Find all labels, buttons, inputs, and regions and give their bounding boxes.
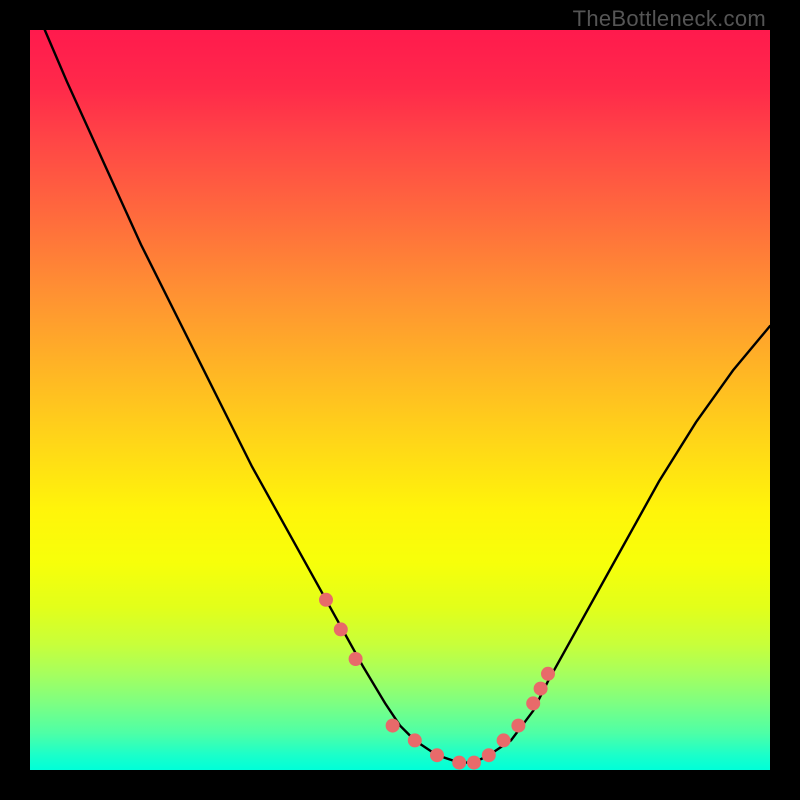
highlight-dot: [319, 593, 333, 607]
highlight-dot: [452, 756, 466, 770]
highlight-dot: [430, 748, 444, 762]
chart-frame: TheBottleneck.com: [0, 0, 800, 800]
highlight-dot: [408, 733, 422, 747]
highlight-dot: [467, 756, 481, 770]
highlight-dots-group: [319, 593, 555, 770]
highlight-dot: [511, 719, 525, 733]
highlight-dot: [526, 696, 540, 710]
chart-svg: [30, 30, 770, 770]
watermark-text: TheBottleneck.com: [573, 6, 766, 32]
highlight-dot: [534, 682, 548, 696]
highlight-dot: [349, 652, 363, 666]
highlight-dot: [541, 667, 555, 681]
highlight-dot: [497, 733, 511, 747]
bottleneck-curve: [45, 30, 770, 763]
highlight-dot: [482, 748, 496, 762]
highlight-dot: [386, 719, 400, 733]
highlight-dot: [334, 622, 348, 636]
